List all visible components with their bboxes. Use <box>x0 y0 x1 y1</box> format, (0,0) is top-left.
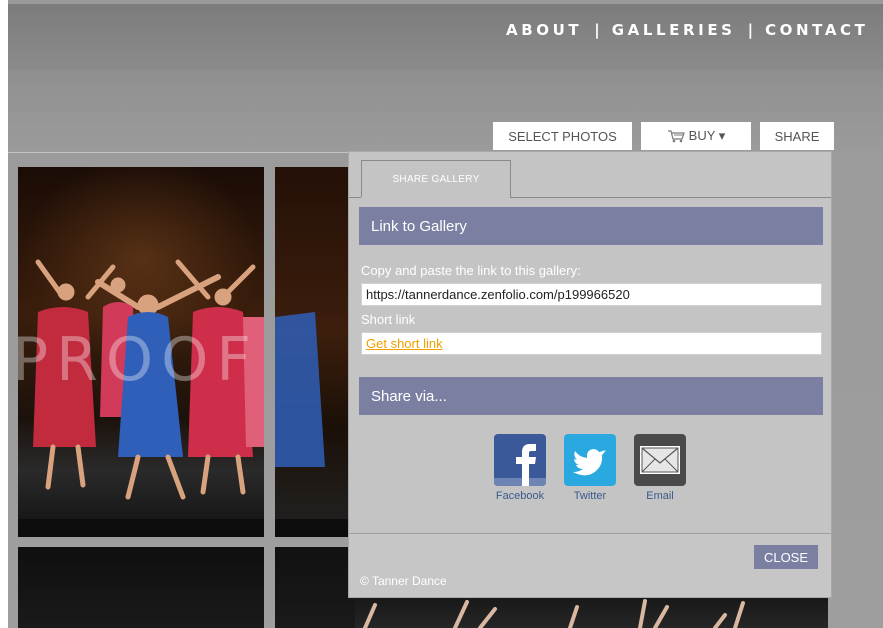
share-twitter[interactable]: Twitter <box>555 434 625 502</box>
page-edge <box>0 0 8 628</box>
link-section-title: Link to Gallery <box>371 217 467 235</box>
close-button[interactable]: CLOSE <box>754 545 818 569</box>
twitter-label: Twitter <box>573 490 607 502</box>
facebook-label: Facebook <box>495 490 545 502</box>
dancers-illustration <box>275 312 355 537</box>
footer-divider <box>349 533 831 534</box>
tab-share-gallery-label: SHARE GALLERY <box>392 174 480 185</box>
gallery-url-value: https://tannerdance.zenfolio.com/p199966… <box>366 287 630 302</box>
gallery-url-field[interactable]: https://tannerdance.zenfolio.com/p199966… <box>361 283 822 306</box>
share-button[interactable]: SHARE <box>760 122 834 150</box>
toolbar-divider <box>8 152 350 153</box>
facebook-icon <box>494 434 546 486</box>
gallery-photo[interactable] <box>18 547 264 628</box>
dancers-illustration <box>363 599 745 628</box>
share-label: SHARE <box>774 128 820 144</box>
site-header: ABOUT | GALLERIES | CONTACT <box>8 4 883 70</box>
gallery-photo[interactable]: PROOF <box>18 167 264 537</box>
email-label: Email <box>646 490 674 502</box>
proof-watermark: PROOF <box>18 325 259 395</box>
main-nav: ABOUT | GALLERIES | CONTACT <box>506 21 869 39</box>
gallery-photo[interactable] <box>275 167 355 537</box>
link-section-header: Link to Gallery <box>359 207 823 245</box>
share-gallery-dialog: SHARE GALLERY Link to Gallery Copy and p… <box>348 151 832 598</box>
cart-icon <box>667 129 685 143</box>
nav-contact[interactable]: CONTACT <box>765 21 868 39</box>
nav-galleries[interactable]: GALLERIES <box>612 21 736 39</box>
select-photos-label: SELECT PHOTOS <box>508 128 617 144</box>
close-label: CLOSE <box>763 549 809 565</box>
short-link-label: Short link <box>361 312 416 327</box>
tab-rule-gap <box>361 197 509 198</box>
tab-share-gallery[interactable]: SHARE GALLERY <box>361 160 511 198</box>
gallery-photo[interactable] <box>275 547 355 628</box>
buy-label: BUY ▾ <box>688 128 726 143</box>
nav-separator: | <box>747 21 754 39</box>
share-section-title: Share via... <box>371 387 447 405</box>
short-link-field: Get short link <box>361 332 822 355</box>
share-email[interactable]: Email <box>625 434 695 502</box>
copyright-text: © Tanner Dance <box>360 574 447 588</box>
nav-separator: | <box>594 21 600 39</box>
select-photos-button[interactable]: SELECT PHOTOS <box>493 122 632 150</box>
get-short-link[interactable]: Get short link <box>366 336 443 351</box>
buy-button[interactable]: BUY ▾ <box>641 122 751 150</box>
email-icon <box>634 434 686 486</box>
twitter-icon <box>564 434 616 486</box>
share-facebook[interactable]: Facebook <box>485 434 555 502</box>
copy-link-label: Copy and paste the link to this gallery: <box>361 263 581 278</box>
share-section-header: Share via... <box>359 377 823 415</box>
gallery-photo[interactable] <box>355 597 828 628</box>
nav-about[interactable]: ABOUT <box>506 21 582 39</box>
